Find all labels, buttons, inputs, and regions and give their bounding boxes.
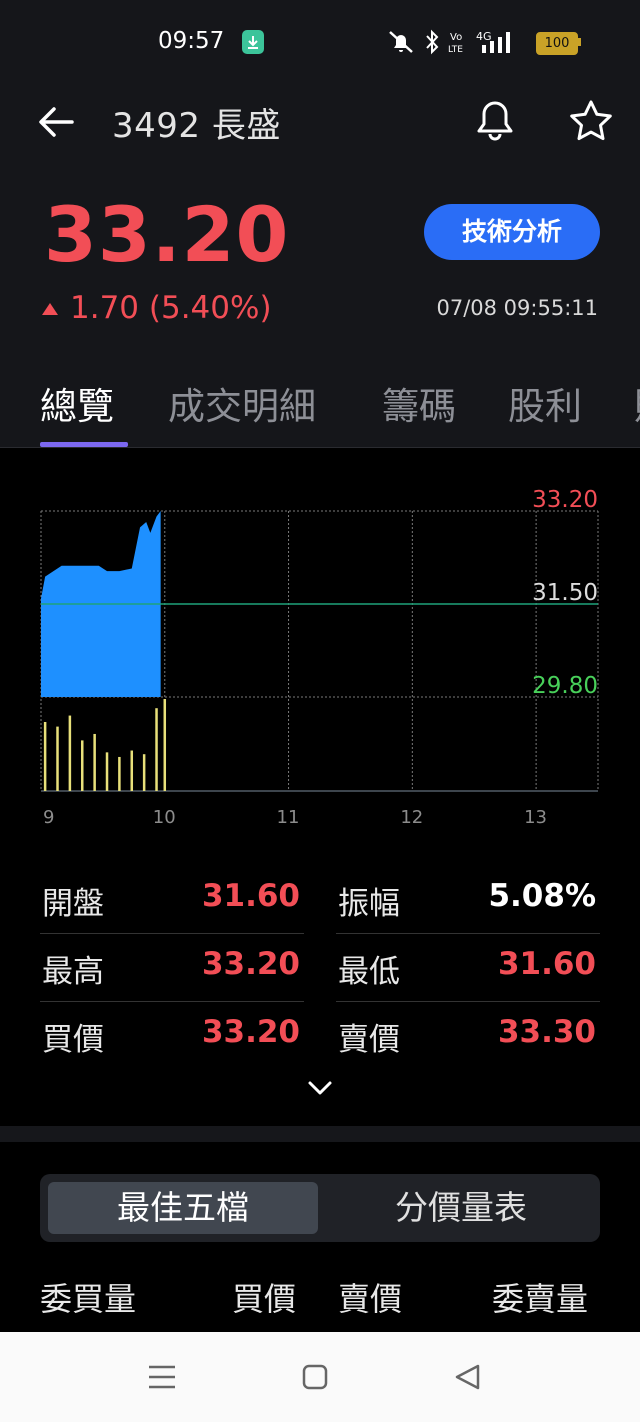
intraday-chart[interactable]: 33.20 31.50 29.80 9 10 11 12 13 xyxy=(0,470,640,840)
stat-label: 最低 xyxy=(338,954,400,990)
volume-bar xyxy=(142,754,146,791)
square-icon xyxy=(302,1364,328,1390)
stat-row: 最高 33.20 最低 31.60 xyxy=(40,934,600,1002)
volume-bar xyxy=(81,740,84,791)
stat-value: 33.20 xyxy=(201,1014,300,1050)
volume-bar xyxy=(155,708,158,791)
tab-next-partial[interactable]: 財 xyxy=(634,376,640,430)
stat-value: 33.30 xyxy=(497,1014,596,1050)
arrow-left-icon xyxy=(39,107,74,137)
back-button[interactable] xyxy=(34,100,78,144)
order-book-segmented-control: 最佳五檔 分價量表 xyxy=(40,1174,600,1242)
stat-amplitude: 振幅 5.08% xyxy=(336,866,600,934)
x-tick-label: 9 xyxy=(43,807,54,828)
battery-indicator: 100 xyxy=(536,32,578,55)
bell-icon xyxy=(477,101,513,141)
header-bid-volume: 委買量 xyxy=(40,1280,137,1318)
mute-icon xyxy=(389,31,413,53)
current-price: 33.20 xyxy=(44,190,290,279)
battery-tip xyxy=(578,38,581,46)
volume-bar xyxy=(93,733,96,791)
stat-ask: 賣價 33.30 xyxy=(336,1002,600,1070)
tab-dividends[interactable]: 股利 xyxy=(508,376,582,430)
svg-text:4G: 4G xyxy=(476,30,492,43)
volume-bar xyxy=(68,715,72,791)
volume-bars xyxy=(43,699,167,791)
alert-button[interactable] xyxy=(470,96,520,146)
volume-bar xyxy=(163,699,167,791)
y-label-reference: 31.50 xyxy=(532,580,598,606)
stat-value: 31.60 xyxy=(497,946,596,982)
tab-overview[interactable]: 總覽 xyxy=(40,376,114,430)
system-nav-bar xyxy=(0,1332,640,1422)
stat-label: 買價 xyxy=(42,1022,104,1058)
svg-text:LTE: LTE xyxy=(448,45,463,55)
chevron-down-icon xyxy=(308,1081,332,1095)
status-bar: 09:57 Vo LTE 4G 100 xyxy=(0,0,640,84)
stat-row: 開盤 31.60 振幅 5.08% xyxy=(40,866,600,934)
segment-best-five[interactable]: 最佳五檔 xyxy=(48,1182,318,1234)
price-change: 1.70 (5.40%) xyxy=(42,290,272,326)
bluetooth-icon xyxy=(426,29,439,55)
x-tick-label: 10 xyxy=(153,807,176,828)
stat-value: 5.08% xyxy=(488,878,596,914)
stat-high: 最高 33.20 xyxy=(40,934,304,1002)
x-tick-label: 11 xyxy=(277,807,300,828)
recent-apps-button[interactable] xyxy=(134,1352,190,1402)
tab-chips[interactable]: 籌碼 xyxy=(382,376,456,430)
header-ask-price: 賣價 xyxy=(338,1280,403,1318)
download-notification-icon xyxy=(242,30,264,54)
y-label-low: 29.80 xyxy=(532,673,598,699)
menu-icon xyxy=(149,1365,175,1389)
favorite-button[interactable] xyxy=(566,96,616,146)
stat-row: 買價 33.20 賣價 33.30 xyxy=(40,1002,600,1070)
tab-bar: 總覽 成交明細 籌碼 股利 財 xyxy=(0,370,640,446)
tab-trade-details[interactable]: 成交明細 xyxy=(168,376,316,430)
volume-bar xyxy=(118,756,121,791)
quote-timestamp: 07/08 09:55:11 xyxy=(436,296,598,320)
triangle-back-icon xyxy=(455,1364,480,1390)
volte-icon: Vo LTE xyxy=(448,32,463,55)
header-ask-volume: 委賣量 xyxy=(492,1280,589,1318)
tabs-divider xyxy=(0,447,640,448)
price-change-value: 1.70 (5.40%) xyxy=(70,290,272,326)
svg-text:Vo: Vo xyxy=(450,32,462,43)
back-nav-button[interactable] xyxy=(440,1352,496,1402)
home-button[interactable] xyxy=(287,1352,343,1402)
stock-title: 3492 長盛 xyxy=(112,106,281,146)
stat-value: 31.60 xyxy=(201,878,300,914)
header-bid-price: 買價 xyxy=(232,1280,297,1318)
stat-bid: 買價 33.20 xyxy=(40,1002,304,1070)
stat-label: 振幅 xyxy=(338,886,400,922)
status-time: 09:57 xyxy=(158,28,225,54)
star-icon xyxy=(570,100,612,141)
4g-signal-icon: 4G xyxy=(476,30,510,53)
chart-svg: 33.20 31.50 29.80 9 10 11 12 13 xyxy=(40,487,599,828)
stat-label: 賣價 xyxy=(338,1022,400,1058)
volume-bar xyxy=(56,726,59,791)
stat-open: 開盤 31.60 xyxy=(40,866,304,934)
volume-bar xyxy=(43,722,47,791)
volume-bar xyxy=(105,752,109,791)
up-triangle-icon xyxy=(42,303,58,315)
section-divider xyxy=(0,1126,640,1142)
volume-bar xyxy=(130,750,134,791)
x-tick-label: 13 xyxy=(524,807,547,828)
stat-value: 33.20 xyxy=(201,946,300,982)
x-tick-label: 12 xyxy=(400,807,423,828)
expand-stats-button[interactable] xyxy=(304,1074,336,1102)
stat-label: 開盤 xyxy=(42,886,104,922)
technical-analysis-button[interactable]: 技術分析 xyxy=(424,204,600,260)
segment-price-volume[interactable]: 分價量表 xyxy=(326,1182,596,1234)
stat-low: 最低 31.60 xyxy=(336,934,600,1002)
y-label-high: 33.20 xyxy=(532,487,598,513)
stat-label: 最高 xyxy=(42,954,104,990)
